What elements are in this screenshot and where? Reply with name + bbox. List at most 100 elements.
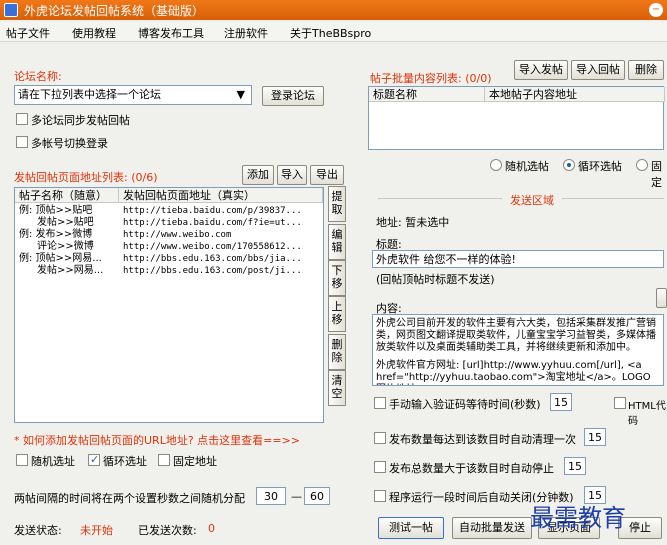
forum-select-value: 请在下拉列表中选择一个论坛 — [18, 88, 161, 101]
html-code-checkbox[interactable] — [614, 397, 626, 409]
import-url-button[interactable]: 导入 — [277, 165, 307, 185]
interval-max-input[interactable]: 60 — [304, 487, 330, 505]
import-reply-button[interactable]: 导入回帖 — [571, 60, 625, 80]
row-name: 例: 顶帖>>网易... — [19, 253, 102, 264]
app-icon — [4, 3, 18, 17]
login-forum-button[interactable]: 登录论坛 — [262, 86, 324, 106]
content-textarea[interactable]: 外虎公司目前开发的软件主要有六大类，包括采集群发推广营销类，网页图文翻译提取类软… — [372, 314, 664, 386]
divider — [562, 198, 664, 199]
captcha-checkbox[interactable] — [374, 397, 386, 409]
chevron-down-icon: ▼ — [236, 88, 245, 101]
content-tool-button[interactable] — [656, 288, 667, 308]
interval-separator: — — [291, 490, 302, 503]
send-status-value: 未开始 — [80, 524, 113, 537]
send-status-label: 发送状态: — [14, 524, 62, 537]
random-post-label: 随机选帖 — [505, 160, 549, 173]
random-select-label: 随机选址 — [31, 455, 75, 468]
auto-batch-send-button[interactable]: 自动批量发送 — [452, 517, 532, 539]
auto-stop-label: 发布总数量大于该数目时自动停止 — [389, 462, 554, 475]
send-area-label: 发送区域 — [510, 194, 554, 207]
menu-item-about[interactable]: 关于TheBBspro — [290, 25, 371, 41]
table-row[interactable]: 发帖>>贴吧 http://tieba.baidu.com/f?ie=ut... — [15, 217, 323, 229]
app-window: 外虎论坛发帖回帖系统（基础版） − 帖子文件 使用教程 博客发布工具 注册软件 … — [0, 0, 667, 545]
close-icon[interactable]: − — [649, 3, 663, 17]
row-url: http://bbs.edu.163.com/bbs/jia... — [123, 254, 302, 264]
interval-min-input[interactable]: 30 — [256, 487, 286, 505]
column-header-post-url[interactable]: 发帖回帖页面地址（真实） — [119, 188, 323, 203]
auto-clear-input[interactable]: 15 — [584, 428, 606, 446]
sent-count-label: 已发送次数: — [138, 524, 197, 537]
table-row[interactable]: 发帖>>网易... http://bbs.edu.163.com/post/ji… — [15, 265, 323, 277]
window-title: 外虎论坛发帖回帖系统（基础版） — [24, 4, 205, 18]
clear-button[interactable]: 清空 — [328, 370, 346, 406]
multi-forum-checkbox[interactable] — [16, 113, 28, 125]
row-name: 发帖>>贴吧 — [37, 217, 94, 228]
divider — [378, 198, 502, 199]
test-post-button[interactable]: 测试一帖 — [378, 517, 444, 539]
cycle-post-radio[interactable] — [563, 159, 575, 171]
delete-content-button[interactable]: 删除 — [628, 60, 664, 80]
title-input[interactable]: 外虎软件 给您不一样的体验! — [372, 250, 664, 268]
captcha-input[interactable]: 15 — [550, 393, 572, 411]
captcha-label: 手动输入验证码等待时间(秒数) — [389, 398, 541, 411]
batch-content-label: 帖子批量内容列表: (0/0) — [370, 72, 492, 85]
table-row[interactable]: 例: 顶帖>>网易... http://bbs.edu.163.com/bbs/… — [15, 253, 323, 265]
menu-item-blog-tool[interactable]: 博客发布工具 — [138, 25, 204, 41]
menu-item-tutorial[interactable]: 使用教程 — [72, 25, 116, 41]
fixed-address-label: 固定地址 — [173, 455, 217, 468]
batch-content-list[interactable]: 标题名称 本地帖子内容地址 — [368, 86, 665, 150]
interval-label: 两帖间隔的时间将在两个设置秒数之间随机分配 — [14, 492, 245, 505]
table-row[interactable]: 例: 顶帖>>贴吧 http://tieba.baidu.com/p/39837… — [15, 205, 323, 217]
row-url: http://tieba.baidu.com/f?ie=ut... — [123, 218, 302, 228]
content-text: 外虎公司目前开发的软件主要有六大类，包括采集群发推广营销类，网页图文翻译提取类软… — [376, 318, 656, 353]
row-name: 发帖>>网易... — [37, 265, 104, 276]
sent-count-value: 0 — [208, 522, 215, 535]
table-row[interactable]: 例: 发布>>微博 http://www.weibo.com — [15, 229, 323, 241]
multi-account-checkbox[interactable] — [16, 136, 28, 148]
random-post-radio[interactable] — [490, 159, 502, 171]
row-url: http://www.weibo.com — [123, 230, 232, 240]
move-down-button[interactable]: 下移 — [328, 260, 346, 296]
auto-clear-label: 发布数量每达到该数目时自动清理一次 — [389, 433, 576, 446]
fixed-post-label: 固定 — [651, 160, 662, 189]
column-header-title[interactable]: 标题名称 — [369, 87, 485, 102]
title-bar: 外虎论坛发帖回帖系统（基础版） − — [0, 0, 667, 20]
fixed-address-checkbox[interactable] — [158, 454, 170, 466]
move-up-button[interactable]: 上移 — [328, 296, 346, 332]
forum-select[interactable]: 请在下拉列表中选择一个论坛 ▼ — [14, 85, 252, 105]
row-url: http://tieba.baidu.com/p/39837... — [123, 206, 302, 216]
url-list-label: 发帖回帖页面地址列表: (0/6) — [14, 171, 158, 184]
menu-item-file[interactable]: 帖子文件 — [6, 25, 50, 41]
row-name: 例: 顶帖>>贴吧 — [19, 205, 93, 216]
help-link[interactable]: * 如何添加发帖回帖页面的URL地址? 点击这里查看==>> — [14, 432, 300, 448]
edit-button[interactable]: 编辑 — [328, 224, 346, 260]
delete-button[interactable]: 删除 — [328, 334, 346, 370]
export-url-button[interactable]: 导出 — [310, 165, 344, 185]
multi-forum-label: 多论坛同步发帖回帖 — [31, 114, 130, 127]
add-url-button[interactable]: 添加 — [242, 165, 274, 185]
url-list[interactable]: 帖子名称（随意） 发帖回帖页面地址（真实） 例: 顶帖>>贴吧 http://t… — [14, 187, 324, 423]
menu-item-register[interactable]: 注册软件 — [224, 25, 268, 41]
auto-clear-checkbox[interactable] — [374, 432, 386, 444]
content-text-2: 外虎软件官方网址: [url]http://www.yyhuu.com[/url… — [376, 360, 651, 385]
title-note: (回帖顶帖时标题不发送) — [376, 273, 495, 286]
column-header-local-path[interactable]: 本地帖子内容地址 — [485, 87, 665, 102]
column-header-post-name[interactable]: 帖子名称（随意） — [15, 188, 119, 203]
cycle-select-label: 循环选址 — [103, 455, 147, 468]
extract-button[interactable]: 提取 — [328, 186, 346, 222]
cycle-post-label: 循环选帖 — [578, 160, 622, 173]
table-row[interactable]: 评论>>微博 http://www.weibo.com/170558612... — [15, 241, 323, 253]
forum-name-label: 论坛名称: — [14, 70, 62, 83]
auto-stop-input[interactable]: 15 — [564, 457, 586, 475]
auto-stop-checkbox[interactable] — [374, 461, 386, 473]
row-url: http://bbs.edu.163.com/post/ji... — [123, 266, 302, 276]
import-post-button[interactable]: 导入发帖 — [514, 60, 568, 80]
auto-close-checkbox[interactable] — [374, 490, 386, 502]
random-select-checkbox[interactable] — [16, 454, 28, 466]
row-name: 评论>>微博 — [37, 241, 94, 252]
multi-account-label: 多帐号切换登录 — [31, 137, 108, 150]
cycle-select-checkbox[interactable] — [88, 453, 100, 466]
fixed-post-radio[interactable] — [636, 159, 648, 171]
menu-bar: 帖子文件 使用教程 博客发布工具 注册软件 关于TheBBspro — [0, 22, 667, 42]
watermark-text: 最需教育 — [530, 504, 626, 532]
